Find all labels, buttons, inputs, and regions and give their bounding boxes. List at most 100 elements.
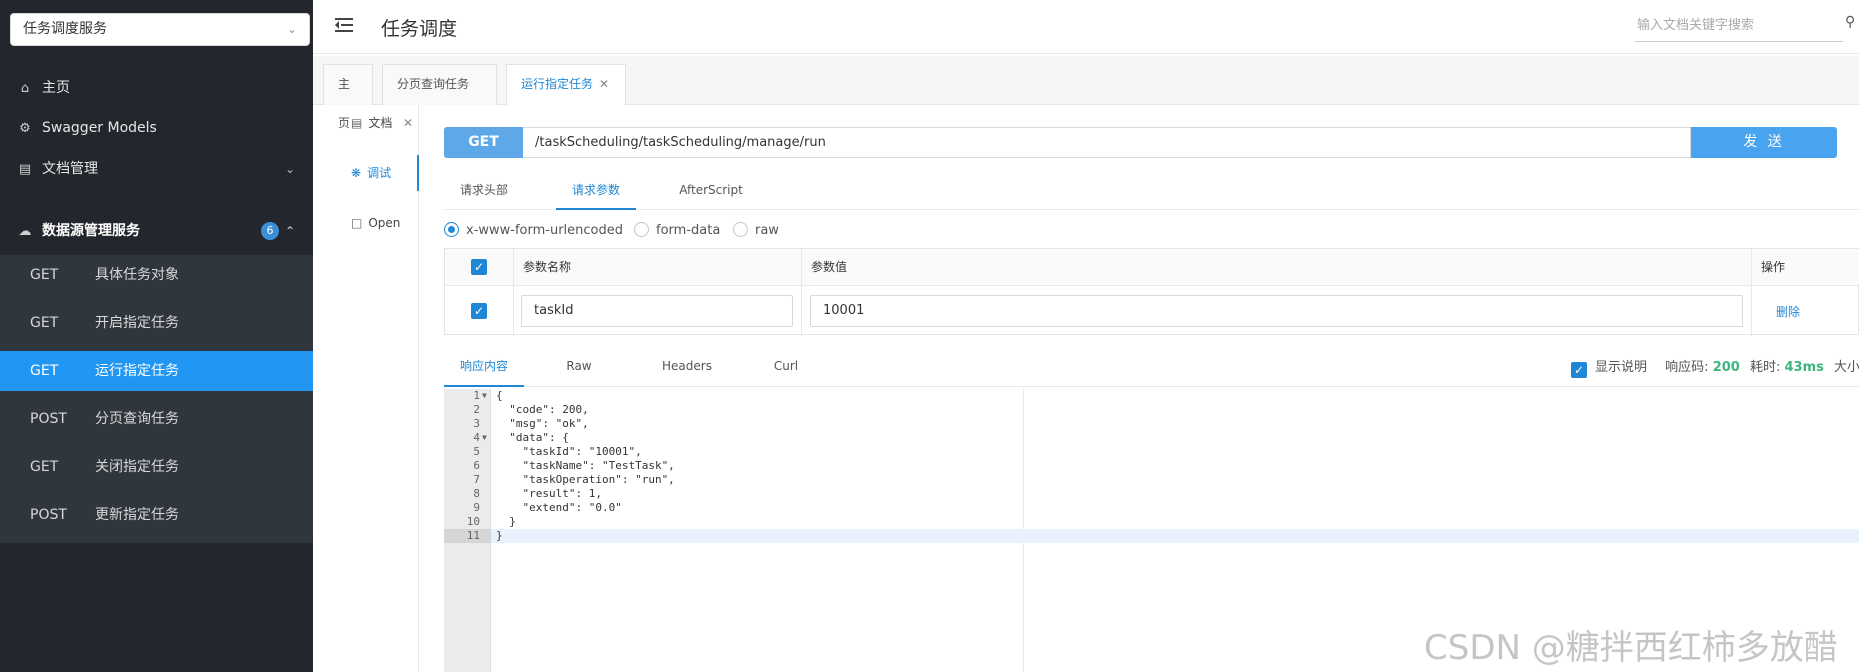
cloud-icon: ☁ xyxy=(18,224,32,239)
radio-label: raw xyxy=(755,223,779,238)
inner-nav-label: 文档 xyxy=(368,116,393,130)
bug-icon: ❋ xyxy=(351,166,362,180)
api-title: 具体任务对象 xyxy=(95,267,179,283)
params-table: ✓ 参数名称 参数值 操作 ✓ taskId 10001 删除 xyxy=(444,248,1859,336)
close-icon[interactable]: ✕ xyxy=(599,77,609,91)
count-badge: 6 xyxy=(261,222,279,240)
sidebar-submenu: GET 具体任务对象 GET 开启指定任务 GET 运行指定任务 POST 分页… xyxy=(0,255,313,543)
tab-home[interactable]: 主页 xyxy=(323,64,373,130)
code-line: "code": 200, xyxy=(496,403,589,416)
sidebar-item-label: 文档管理 xyxy=(42,161,98,177)
api-item[interactable]: GET 具体任务对象 xyxy=(0,255,313,295)
show-desc-label: 显示说明 xyxy=(1595,360,1648,375)
service-select[interactable]: 任务调度服务 ⌄ xyxy=(10,13,310,46)
status-code: 200 xyxy=(1712,360,1740,375)
sidebar-item-label: 主页 xyxy=(42,80,70,96)
sidebar-group-datasource[interactable]: ☁ 数据源管理服务 6 ⌃ xyxy=(0,207,313,255)
radio-checked-icon xyxy=(444,222,459,237)
line-number: 4 xyxy=(473,431,480,444)
tab-after-script[interactable]: AfterScript xyxy=(666,175,756,210)
fold-icon[interactable]: ▼ xyxy=(482,431,490,445)
inner-nav-doc[interactable]: ▤ 文档 xyxy=(313,105,419,141)
param-value-input[interactable]: 10001 xyxy=(810,295,1743,327)
code-line: "data": { xyxy=(496,431,569,444)
tab-run-task[interactable]: 运行指定任务 ✕ xyxy=(506,64,626,106)
tab-response-content[interactable]: 响应内容 xyxy=(444,351,524,387)
radio-urlencoded[interactable]: x-www-form-urlencoded xyxy=(444,222,623,238)
status-label: 响应码: xyxy=(1665,360,1709,375)
param-name-input[interactable]: taskId xyxy=(521,295,793,327)
code-line: "taskId": "10001", xyxy=(496,445,642,458)
table-header-row xyxy=(445,249,1859,286)
inner-nav-debug[interactable]: ❋ 调试 xyxy=(313,155,419,191)
radio-unchecked-icon xyxy=(733,222,748,237)
http-method: GET xyxy=(30,459,59,475)
tab-request-headers[interactable]: 请求头部 xyxy=(444,175,524,210)
chevron-up-icon: ⌃ xyxy=(284,224,295,238)
tab-page-query[interactable]: 分页查询任务✕ xyxy=(382,64,497,130)
document-icon: ▤ xyxy=(351,116,363,130)
tab-request-params[interactable]: 请求参数 xyxy=(556,175,636,210)
show-desc-checkbox[interactable]: ✓ xyxy=(1571,362,1587,378)
radio-label: x-www-form-urlencoded xyxy=(466,223,624,238)
code-line: "taskOperation": "run", xyxy=(496,473,675,486)
api-title: 分页查询任务 xyxy=(95,411,179,427)
radio-label: form-data xyxy=(656,223,721,238)
top-header: 任务调度 输入文档关键字搜索 ⚲ xyxy=(313,0,1859,54)
menu-toggle-icon[interactable] xyxy=(335,16,355,36)
radio-form-data[interactable]: form-data xyxy=(634,222,720,238)
line-number: 7 xyxy=(473,473,480,486)
tab-label: 运行指定任务 xyxy=(521,77,594,91)
code-line: } xyxy=(496,515,516,528)
code-line: { xyxy=(496,389,503,402)
inner-nav-open[interactable]: □ Open xyxy=(313,205,419,241)
line-number: 3 xyxy=(473,417,480,430)
search-icon[interactable]: ⚲ xyxy=(1845,14,1855,30)
api-title: 开启指定任务 xyxy=(95,315,179,331)
radio-raw[interactable]: raw xyxy=(733,222,779,238)
line-number: 9 xyxy=(473,501,480,514)
send-button[interactable]: 发 送 xyxy=(1691,127,1837,158)
inner-nav-label: 调试 xyxy=(367,166,392,180)
api-item[interactable]: POST 更新指定任务 xyxy=(0,495,313,535)
column-header-value: 参数值 xyxy=(811,260,848,274)
api-item[interactable]: GET 关闭指定任务 xyxy=(0,447,313,487)
response-code-editor[interactable]: 1 ▼ 2 3 4 ▼ 5 6 7 8 9 10 11 { "code": 20… xyxy=(444,389,1859,672)
inner-nav-label: Open xyxy=(368,216,401,230)
document-icon: ▤ xyxy=(18,162,32,177)
time-label: 耗时: xyxy=(1749,360,1781,375)
http-method-badge: GET xyxy=(444,127,523,158)
tab-response-curl[interactable]: Curl xyxy=(756,351,816,387)
api-title: 关闭指定任务 xyxy=(95,459,179,475)
line-number: 2 xyxy=(473,403,480,416)
url-input[interactable]: /taskScheduling/taskScheduling/manage/ru… xyxy=(523,127,1691,158)
column-header-name: 参数名称 xyxy=(523,260,572,274)
api-title: 运行指定任务 xyxy=(95,363,179,379)
select-all-checkbox[interactable]: ✓ xyxy=(471,259,487,275)
http-method: GET xyxy=(30,363,59,379)
sidebar: 任务调度服务 ⌄ ⌂ 主页 ⚙ Swagger Models ▤ 文档管理 ⌄ ☁ 数据… xyxy=(0,0,313,672)
code-line: "result": 1, xyxy=(496,487,602,500)
file-icon: □ xyxy=(351,216,363,230)
code-line: "taskName": "TestTask", xyxy=(496,459,675,472)
delete-link[interactable]: 删除 xyxy=(1776,303,1800,320)
api-item[interactable]: GET 开启指定任务 xyxy=(0,303,313,343)
tab-response-raw[interactable]: Raw xyxy=(549,351,609,387)
sidebar-item-label: 数据源管理服务 xyxy=(42,223,140,239)
line-number: 5 xyxy=(473,445,480,458)
fold-icon[interactable]: ▼ xyxy=(482,389,490,403)
search-input[interactable]: 输入文档关键字搜索 xyxy=(1635,14,1843,42)
api-item[interactable]: POST 分页查询任务 xyxy=(0,399,313,439)
http-method: GET xyxy=(30,315,59,331)
api-item-active[interactable]: GET 运行指定任务 xyxy=(0,351,313,391)
line-number: 10 xyxy=(466,515,480,528)
http-method: POST xyxy=(30,411,67,427)
line-number: 6 xyxy=(473,459,480,472)
tab-response-headers[interactable]: Headers xyxy=(652,351,722,387)
http-method: GET xyxy=(30,267,59,283)
sidebar-item-doc-management[interactable]: ▤ 文档管理 ⌄ xyxy=(0,145,313,193)
tab-label: 分页查询任务 xyxy=(397,77,470,91)
row-checkbox[interactable]: ✓ xyxy=(471,303,487,319)
watermark: CSDN @糖拌西红柿多放醋 xyxy=(1424,628,1838,668)
time-value: 43ms xyxy=(1784,360,1824,375)
